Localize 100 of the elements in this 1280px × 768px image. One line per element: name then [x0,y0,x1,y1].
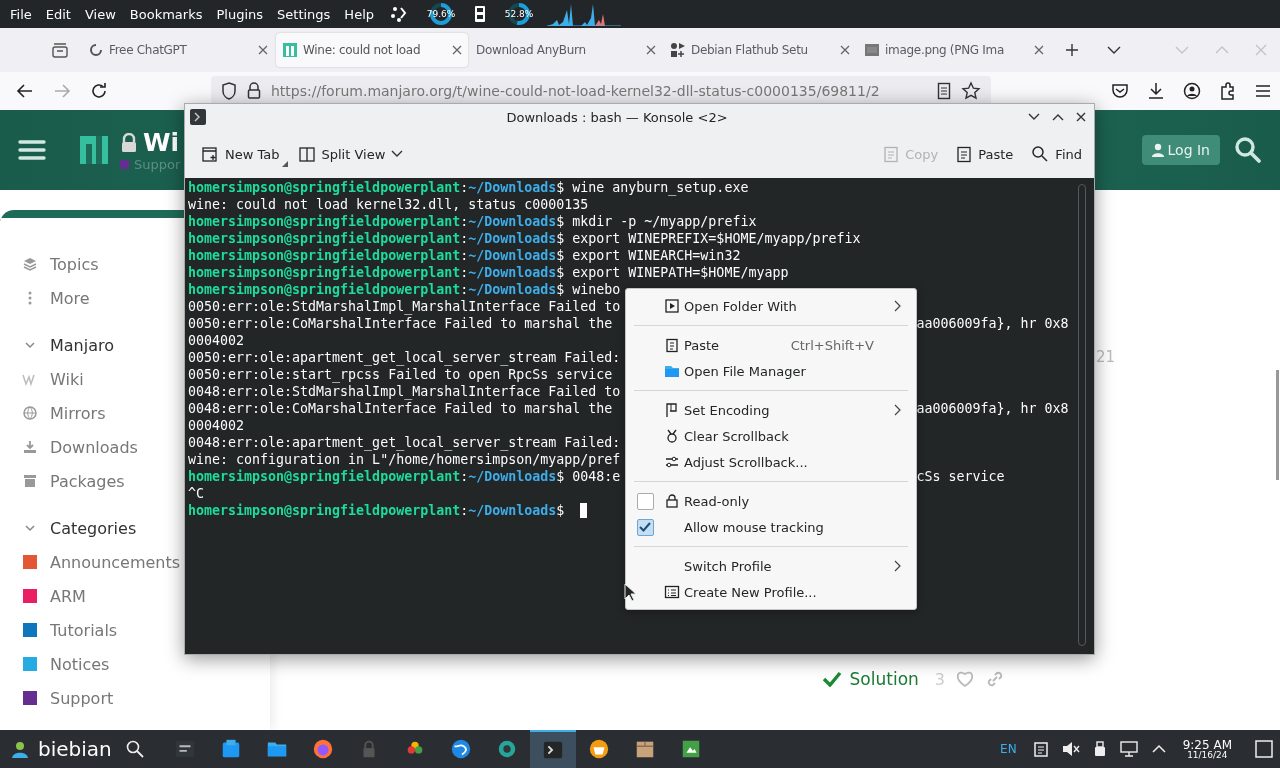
menu-item[interactable]: Adjust Scrollback... [626,449,916,475]
reload-icon[interactable] [90,82,108,100]
start-menu-label[interactable]: biebian [38,737,112,761]
window-title: Downloads : bash — Konsole <2> [505,109,729,125]
sidebar-item[interactable]: Notices [22,647,114,681]
menu-item[interactable]: Help [337,0,381,28]
sidebar-item[interactable]: ARM [22,579,90,613]
chevron-down-icon[interactable] [1107,45,1121,55]
browser-tab[interactable]: Wine: could not load [276,33,468,67]
browser-tab[interactable]: Debian Flathub Setu [664,33,856,67]
tray-icon[interactable] [51,42,69,58]
usb-drive-icon[interactable] [1093,741,1106,757]
paste-button[interactable]: Paste [952,141,1018,167]
close-icon[interactable] [1034,45,1044,55]
memory-card-icon[interactable] [473,4,487,24]
menu-item[interactable]: View [77,0,123,28]
close-icon[interactable] [452,45,462,55]
search-icon[interactable] [1234,136,1262,164]
menu-item[interactable]: Allow mouse tracking [626,514,916,540]
prompt-line: homersimpson@springfieldpowerplant:~/Downloads$ [188,502,566,519]
browser-tab[interactable]: Download AnyBurn [470,33,662,67]
menu-item[interactable]: Plugins [209,0,271,28]
site-logo-icon[interactable] [78,134,110,166]
sidebar-item[interactable]: Mirrors [22,396,110,430]
output-line: wine: configuration in L"/home/homersimpson/myapp/pref [188,451,621,468]
lock-icon [247,82,261,100]
topic-title[interactable]: Wi [143,128,180,157]
menu-icon[interactable] [1255,84,1271,98]
split-view-button[interactable]: Split View [293,141,408,167]
browser-tab[interactable]: image.png (PNG Ima [858,33,1050,67]
reader-view-icon[interactable] [937,82,951,100]
checkbox[interactable] [636,492,654,510]
login-button[interactable]: Log In [1141,135,1220,165]
sidebar-item[interactable]: Topics [22,247,103,281]
output-line: ^C [188,485,204,502]
minimize-icon[interactable] [1028,113,1040,121]
maximize-icon[interactable] [1052,113,1064,121]
menu-item[interactable]: Bookmarks [122,0,210,28]
sidebar-item[interactable]: Tutorials [22,613,122,647]
keyboard-layout[interactable]: EN [1000,742,1017,756]
close-icon[interactable] [646,45,656,55]
speaker-muted-icon[interactable] [1061,741,1080,757]
menu-item[interactable]: Open File Manager [626,358,916,384]
account-icon[interactable] [1183,82,1201,100]
menu-item[interactable]: Edit [38,0,78,28]
globe-icon [449,738,472,760]
close-icon[interactable] [258,45,268,55]
close-icon[interactable] [840,45,850,55]
search-icon[interactable] [125,740,144,758]
menu-item[interactable]: Read-only [626,488,916,514]
menu-item-label: Allow mouse tracking [684,519,825,535]
sidebar-section-header[interactable]: Manjaro [22,328,118,362]
output-line: cSs service [916,468,1005,485]
caret-up-icon[interactable] [1151,744,1166,754]
network-icon[interactable] [1119,741,1138,757]
puzzle-icon[interactable] [1219,82,1237,100]
taskbar-terminal-button[interactable] [529,730,576,768]
network-activity-icon[interactable] [389,4,409,24]
scrollbar-thumb[interactable] [1276,370,1279,480]
plus-icon[interactable] [1065,43,1079,57]
clock-date[interactable]: 11/16/24 [1187,750,1228,760]
clipboard-icon [883,145,900,163]
menu-item[interactable]: Set Encoding [626,397,916,423]
close-icon[interactable] [1076,112,1086,122]
show-desktop-icon[interactable] [1255,740,1273,758]
output-line: wine: could not load kernel32.dll, status c0000135 [188,196,589,213]
output-line: aa006009fa}, hr 0x8 [916,400,1069,417]
address-field[interactable]: https://forum.manjaro.org/t/wine-could-not-load-kernel32-dll-status-c0000135/69811/2 [211,76,991,106]
menu-item[interactable]: File [3,0,39,28]
back-icon[interactable] [16,83,34,99]
checkbox[interactable] [636,518,654,536]
browser-icon [311,738,334,760]
chevron-down-icon [391,150,404,158]
browser-tab[interactable]: Free ChatGPT [82,33,274,67]
sidebar-item[interactable]: Announcements [22,545,185,579]
star-icon[interactable] [961,81,981,101]
sidebar-item[interactable]: More [22,281,94,315]
menu-item[interactable]: Open Folder With [626,293,916,319]
prompt-line: homersimpson@springfieldpowerplant:~/Downloads$ mkdir -p ~/myapp/prefix [188,213,757,230]
sidebar-item[interactable]: Wiki [22,362,88,396]
menu-item[interactable]: Switch Profile [626,553,916,579]
clipboard-icon [664,337,680,353]
pocket-icon[interactable] [1111,83,1129,99]
menu-item[interactable]: Clear Scrollback [626,423,916,449]
menu-item[interactable]: Settings [270,0,338,28]
menu-item-label: Adjust Scrollback... [684,454,809,470]
start-icon[interactable] [10,739,30,759]
new-tab-button[interactable]: New Tab [197,141,284,167]
clipboard-icon[interactable] [1033,741,1048,757]
clock-time[interactable]: 9:25 AM [1182,738,1232,751]
sidebar-item[interactable]: Support [22,681,118,715]
menu-item[interactable]: Paste Ctrl+Shift+V [626,332,916,358]
solution-button[interactable]: Solution [815,668,925,690]
download-icon[interactable] [1147,82,1165,100]
sidebar-item[interactable]: Downloads [22,430,142,464]
menu-item-label: Clear Scrollback [684,428,790,444]
sidebar-section-header[interactable]: Categories [22,511,141,545]
stack-icon [22,256,38,272]
find-button[interactable]: Find [1027,141,1086,167]
sidebar-item[interactable]: Packages [22,464,129,498]
